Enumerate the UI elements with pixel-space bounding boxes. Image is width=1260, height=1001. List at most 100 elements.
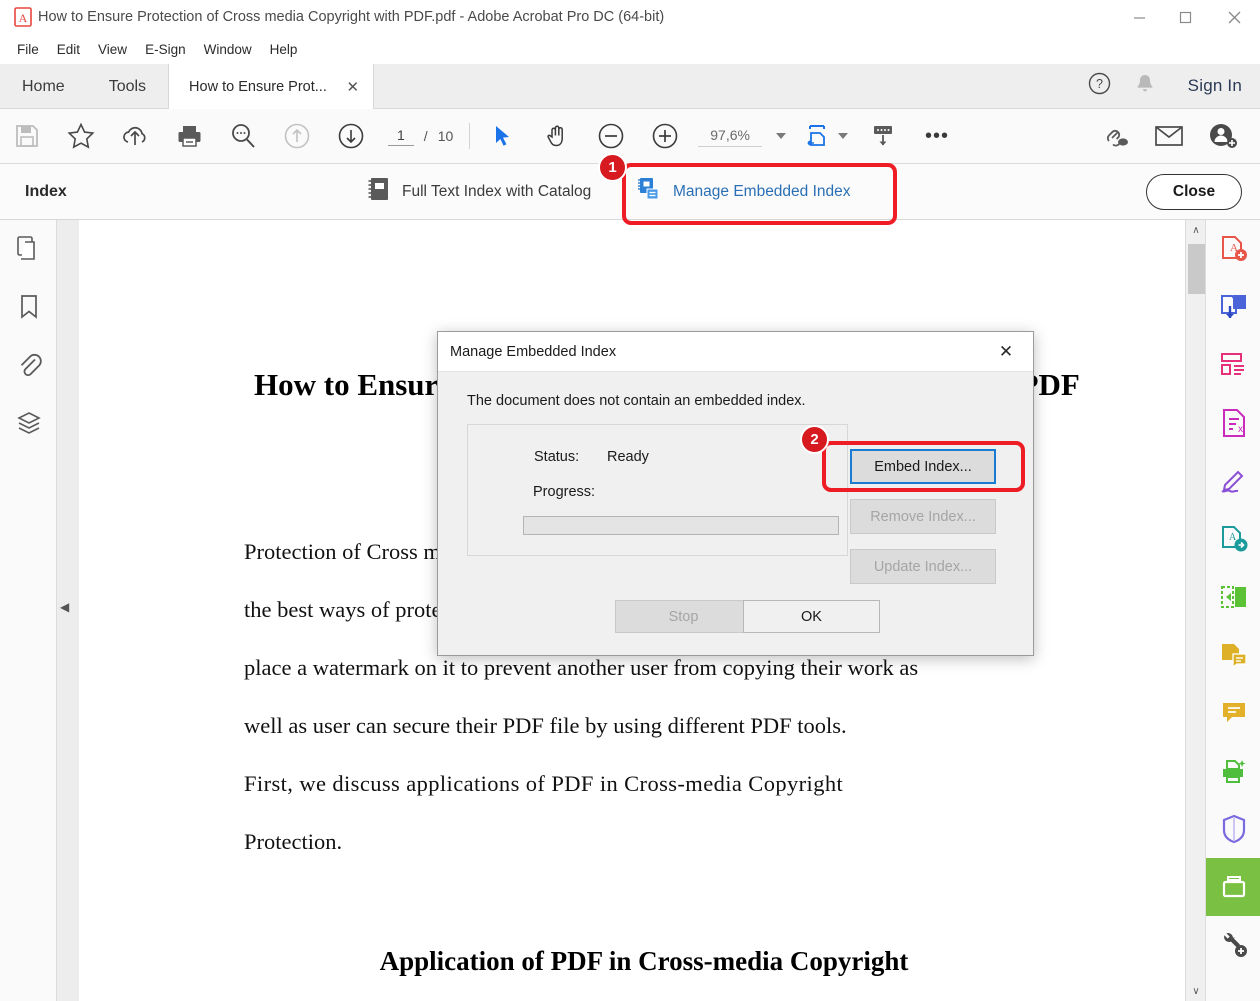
menu-help[interactable]: Help (261, 39, 307, 60)
full-text-index-label: Full Text Index with Catalog (402, 182, 592, 200)
layers-icon[interactable] (0, 394, 57, 452)
star-icon[interactable] (54, 109, 108, 164)
close-icon[interactable]: ✕ (989, 337, 1023, 367)
export-pdf-icon[interactable]: x (1206, 394, 1260, 452)
embed-index-button[interactable]: Embed Index... (850, 449, 996, 484)
toolbar-right-actions (1088, 109, 1260, 164)
status-group-box: Status: Ready Progress: (467, 424, 848, 556)
tab-document[interactable]: How to Ensure Prot... ✕ (168, 64, 375, 109)
scan-and-ocr-icon[interactable] (1206, 626, 1260, 684)
zoom-in-icon[interactable] (638, 109, 692, 164)
index-bar: Index Full Text Index with Catalog Manag… (0, 164, 1260, 220)
update-index-button: Update Index... (850, 549, 996, 584)
fill-and-sign-icon[interactable] (1206, 452, 1260, 510)
question-circle-icon[interactable]: ? (1087, 71, 1112, 101)
hand-tool-icon[interactable] (530, 109, 584, 164)
enhance-scans-icon[interactable] (1206, 742, 1260, 800)
create-pdf-icon[interactable]: A (1206, 220, 1260, 278)
send-for-comments-icon[interactable]: A (1206, 510, 1260, 568)
document-paragraph-line: First, we discuss applications of PDF in… (244, 771, 844, 796)
svg-text:x: x (1238, 424, 1243, 435)
page-number-input[interactable]: 1 (388, 126, 414, 146)
annotation-badge-1: 1 (598, 153, 627, 182)
embedded-index-icon (636, 176, 662, 207)
manage-embedded-index-dialog: Manage Embedded Index ✕ The document doe… (437, 331, 1034, 656)
title-bar: A How to Ensure Protection of Cross medi… (0, 0, 1260, 34)
page-thumbnails-icon[interactable] (0, 220, 57, 278)
search-icon[interactable] (216, 109, 270, 164)
scroll-mode-icon[interactable] (856, 109, 910, 164)
zoom-control: 97,6% (692, 125, 792, 147)
remove-index-button: Remove Index... (850, 499, 996, 534)
progress-bar (523, 516, 839, 535)
close-index-bar-button[interactable]: Close (1146, 173, 1242, 210)
zoom-value[interactable]: 97,6% (698, 125, 762, 147)
catalog-book-icon (367, 176, 391, 207)
svg-text:A: A (19, 11, 28, 25)
comment-icon[interactable] (1206, 684, 1260, 742)
stop-button: Stop (615, 600, 752, 633)
left-navigation-rail (0, 220, 57, 1001)
acrobat-window: A How to Ensure Protection of Cross medi… (0, 0, 1260, 1001)
bell-icon[interactable] (1134, 72, 1156, 101)
svg-text:?: ? (1096, 77, 1103, 91)
bookmarks-icon[interactable] (0, 278, 57, 336)
minimize-button[interactable] (1116, 0, 1162, 34)
attachments-icon[interactable] (0, 336, 57, 394)
menu-view[interactable]: View (89, 39, 136, 60)
index-active-icon[interactable] (1206, 858, 1260, 916)
print-icon[interactable] (162, 109, 216, 164)
chevron-down-icon[interactable] (775, 133, 786, 139)
menu-window[interactable]: Window (195, 39, 261, 60)
main-toolbar: 1 / 10 97,6% ••• (0, 109, 1260, 164)
select-cursor-icon[interactable] (476, 109, 530, 164)
toolbar-divider (469, 123, 471, 149)
vertical-scrollbar[interactable]: ∧ ∨ (1185, 220, 1205, 1001)
more-tools-wrench-icon[interactable] (1206, 916, 1260, 974)
combine-files-icon[interactable] (1206, 278, 1260, 336)
protect-icon[interactable] (1206, 800, 1260, 858)
edit-pdf-icon[interactable] (1206, 336, 1260, 394)
next-page-icon[interactable] (324, 109, 378, 164)
right-tools-rail: A x A (1205, 220, 1260, 1001)
acrobat-pdf-icon: A (8, 7, 38, 27)
manage-embedded-index-label: Manage Embedded Index (673, 182, 851, 200)
scroll-up-icon[interactable]: ∧ (1186, 220, 1206, 240)
tab-tools[interactable]: Tools (87, 64, 168, 109)
sign-in-button[interactable]: Sign In (1178, 76, 1242, 96)
window-controls (1116, 0, 1260, 34)
share-link-icon[interactable] (1088, 109, 1142, 164)
scroll-down-icon[interactable]: ∨ (1186, 981, 1206, 1001)
tab-home[interactable]: Home (0, 64, 87, 109)
organize-pages-icon[interactable] (1206, 568, 1260, 626)
fit-page-chevron-down-icon[interactable] (837, 133, 848, 139)
menu-file[interactable]: File (8, 39, 48, 60)
tabstrip-actions: ? Sign In (1087, 64, 1260, 108)
upload-cloud-icon[interactable] (108, 109, 162, 164)
add-person-icon[interactable] (1196, 109, 1250, 164)
document-paragraph-line: Protection. (244, 829, 343, 854)
tab-strip: Home Tools How to Ensure Prot... ✕ ? Sig… (0, 64, 1260, 109)
email-icon[interactable] (1142, 109, 1196, 164)
page-navigation: 1 / 10 (378, 126, 463, 146)
close-icon[interactable]: ✕ (346, 78, 359, 96)
ok-button[interactable]: OK (743, 600, 880, 633)
manage-embedded-index-button[interactable]: Manage Embedded Index (636, 176, 851, 207)
status-label: Status: (534, 449, 580, 465)
tab-document-label: How to Ensure Prot... (189, 78, 327, 95)
full-text-index-button[interactable]: Full Text Index with Catalog (367, 176, 591, 207)
menu-edit[interactable]: Edit (48, 39, 89, 60)
collapse-arrow-icon[interactable]: ◀ (60, 600, 69, 614)
maximize-button[interactable] (1162, 0, 1208, 34)
scrollbar-thumb[interactable] (1188, 244, 1205, 294)
dialog-title: Manage Embedded Index (450, 343, 617, 360)
more-tools-button[interactable]: ••• (910, 109, 964, 164)
previous-page-icon[interactable] (270, 109, 324, 164)
status-value: Ready (607, 449, 649, 465)
close-window-button[interactable] (1208, 0, 1260, 34)
menu-esign[interactable]: E-Sign (136, 39, 195, 60)
dialog-title-bar: Manage Embedded Index ✕ (438, 332, 1033, 372)
save-icon[interactable] (0, 109, 54, 164)
page-separator: / (423, 128, 428, 144)
document-subheading: Application of PDF in Cross-media Copyri… (379, 946, 909, 976)
